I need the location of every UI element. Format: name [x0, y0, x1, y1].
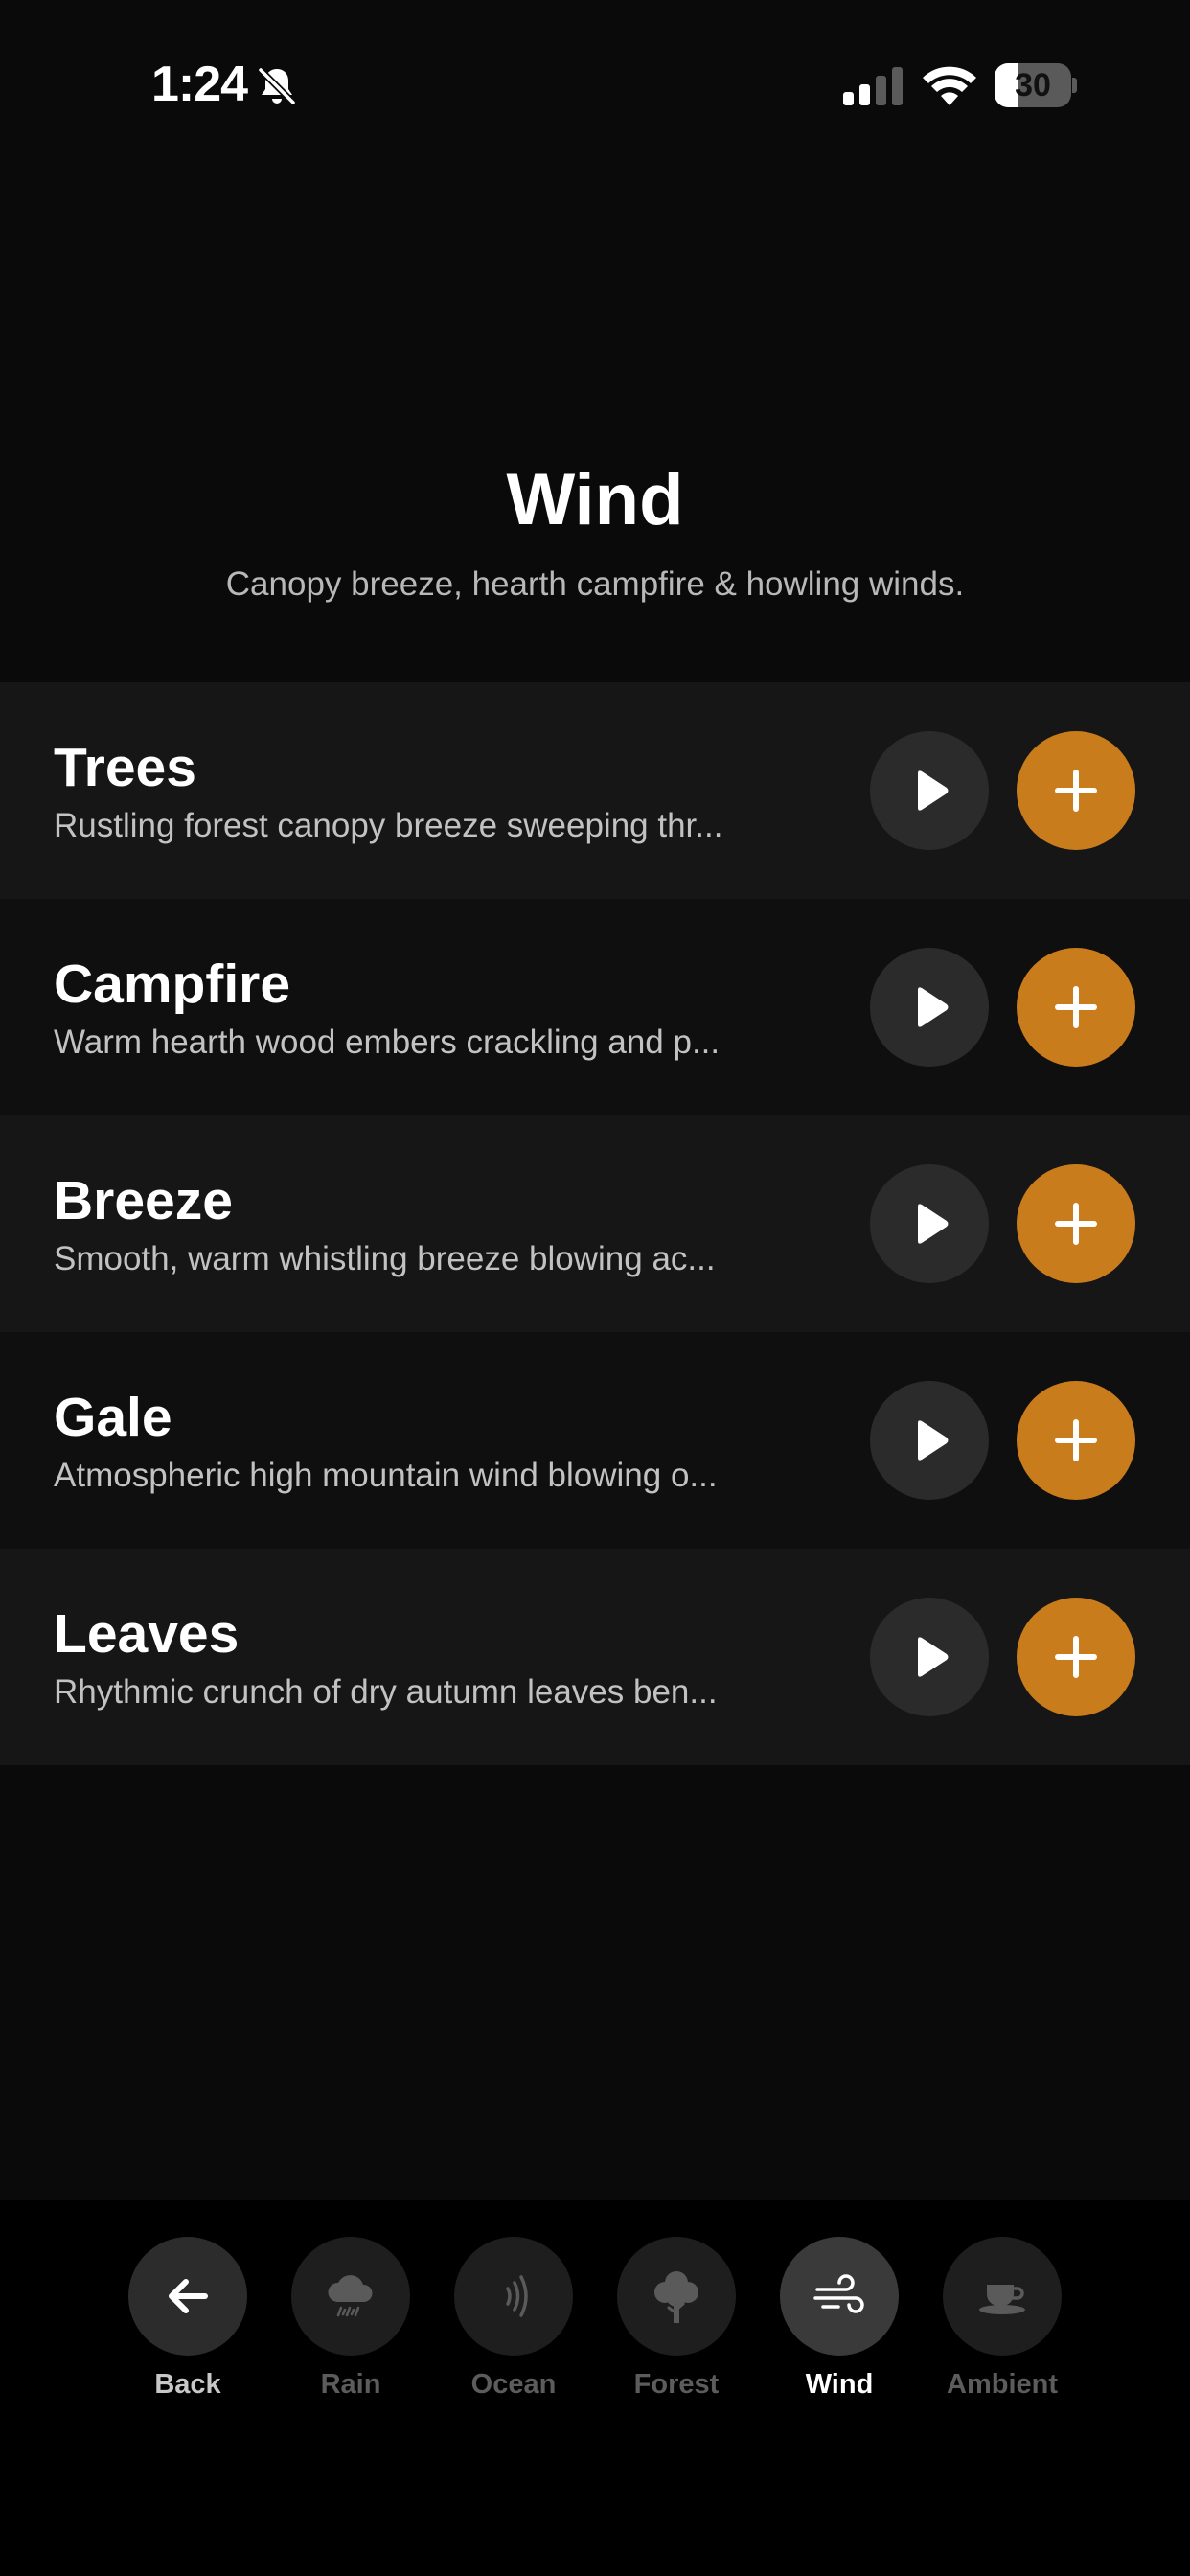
- sound-row-breeze[interactable]: Breeze Smooth, warm whistling breeze blo…: [0, 1116, 1190, 1332]
- add-button[interactable]: [1017, 1598, 1135, 1716]
- tab-ocean[interactable]: Ocean: [432, 2237, 595, 2409]
- arrow-left-icon: [169, 2279, 208, 2313]
- wind-sounds-screen: 1:24 30 Wind Canopy breeze, hearth campf…: [0, 0, 1190, 2576]
- sound-row-trees[interactable]: Trees Rustling forest canopy breeze swee…: [0, 682, 1190, 899]
- tab-label: Wind: [805, 2369, 874, 2400]
- tab-label: Ocean: [470, 2369, 557, 2400]
- sound-row-gale[interactable]: Gale Atmospheric high mountain wind blow…: [0, 1332, 1190, 1549]
- tree-icon: [654, 2271, 698, 2323]
- tab-forest[interactable]: Forest: [595, 2237, 758, 2409]
- play-icon: [918, 770, 949, 811]
- play-button[interactable]: [870, 1381, 989, 1500]
- plus-icon: [1055, 770, 1097, 812]
- plus-icon: [1055, 1636, 1097, 1678]
- sound-title: Breeze: [54, 1170, 233, 1231]
- add-button[interactable]: [1017, 1164, 1135, 1283]
- play-icon: [918, 1637, 949, 1677]
- play-icon: [918, 1204, 949, 1244]
- play-icon: [918, 1420, 949, 1460]
- sound-title: Leaves: [54, 1603, 240, 1665]
- tab-label: Back: [154, 2369, 221, 2400]
- status-bar: 1:24 30: [0, 0, 1190, 172]
- tab-back[interactable]: Back: [106, 2237, 269, 2409]
- plus-icon: [1055, 1419, 1097, 1461]
- signal-icon: [843, 67, 903, 105]
- add-button[interactable]: [1017, 1381, 1135, 1500]
- add-button[interactable]: [1017, 948, 1135, 1067]
- page-subtitle: Canopy breeze, hearth campfire & howling…: [225, 565, 965, 603]
- sound-description: Rhythmic crunch of dry autumn leaves ben…: [54, 1673, 718, 1711]
- tab-label: Ambient: [947, 2369, 1058, 2400]
- sound-row-campfire[interactable]: Campfire Warm hearth wood embers crackli…: [0, 899, 1190, 1116]
- plus-icon: [1055, 986, 1097, 1028]
- play-button[interactable]: [870, 948, 989, 1067]
- status-time: 1:24: [151, 57, 248, 112]
- coffee-cup-icon: [979, 2285, 1025, 2314]
- wifi-icon: [923, 66, 976, 105]
- plus-icon: [1055, 1203, 1097, 1245]
- tab-wind[interactable]: Wind: [758, 2237, 921, 2409]
- add-button[interactable]: [1017, 731, 1135, 850]
- page-title: Wind: [506, 459, 684, 540]
- sound-description: Smooth, warm whistling breeze blowing ac…: [54, 1240, 716, 1277]
- tab-label: Rain: [320, 2369, 381, 2400]
- sound-list: Trees Rustling forest canopy breeze swee…: [0, 682, 1190, 1765]
- sound-title: Campfire: [54, 954, 291, 1015]
- play-icon: [918, 987, 949, 1027]
- play-button[interactable]: [870, 731, 989, 850]
- sound-row-leaves[interactable]: Leaves Rhythmic crunch of dry autumn lea…: [0, 1549, 1190, 1765]
- tab-label: Forest: [633, 2369, 720, 2400]
- sound-waves-icon: [506, 2275, 528, 2317]
- sound-description: Atmospheric high mountain wind blowing o…: [54, 1457, 718, 1494]
- wind-icon: [813, 2274, 864, 2313]
- tab-ambient[interactable]: Ambient: [921, 2237, 1084, 2409]
- tab-rain[interactable]: Rain: [269, 2237, 432, 2409]
- sound-title: Gale: [54, 1387, 172, 1448]
- rain-cloud-icon: [328, 2275, 373, 2317]
- battery-icon: 30: [995, 63, 1077, 107]
- battery-percent: 30: [1015, 67, 1051, 104]
- play-button[interactable]: [870, 1598, 989, 1716]
- sound-description: Rustling forest canopy breeze sweeping t…: [54, 807, 723, 844]
- sound-description: Warm hearth wood embers crackling and p.…: [54, 1024, 721, 1061]
- bell-slash-icon: [258, 67, 296, 105]
- bottom-tab-bar: Back Rain Ocean Forest Wind Ambient: [0, 2200, 1190, 2576]
- sound-title: Trees: [54, 737, 196, 798]
- play-button[interactable]: [870, 1164, 989, 1283]
